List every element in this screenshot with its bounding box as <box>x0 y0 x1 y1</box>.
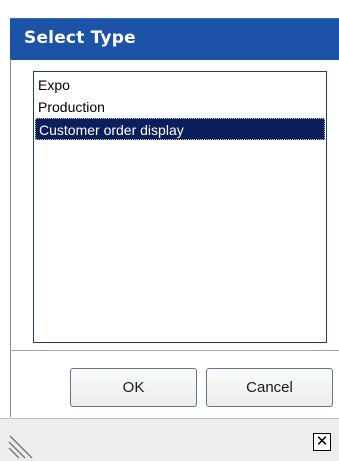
status-bar <box>0 418 339 461</box>
dialog-separator <box>10 350 339 351</box>
list-item-customer-order-display[interactable]: Customer order display <box>35 118 325 140</box>
dialog-border-left <box>10 59 11 417</box>
type-listbox[interactable]: Expo Production Customer order display <box>33 71 327 343</box>
list-item-expo[interactable]: Expo <box>35 74 325 96</box>
ok-button[interactable]: OK <box>70 368 197 407</box>
cancel-button[interactable]: Cancel <box>206 368 333 407</box>
close-icon[interactable]: ✕ <box>313 433 331 451</box>
list-item-production[interactable]: Production <box>35 96 325 118</box>
resize-grip-icon[interactable] <box>8 434 34 460</box>
dialog-title: Select Type <box>24 28 136 48</box>
